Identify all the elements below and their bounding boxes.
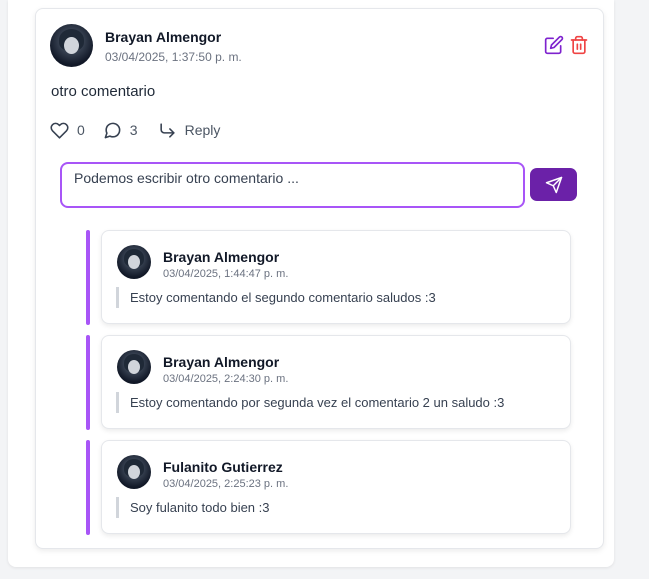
reply-author: Brayan Almengor [163, 354, 280, 370]
replies-button[interactable]: 3 [103, 121, 138, 140]
avatar-face [64, 37, 79, 54]
comment-actions: 0 3 Reply [50, 120, 220, 140]
message-circle-icon [104, 122, 121, 138]
comment-date: 03/04/2025, 1:37:50 p. m. [105, 50, 242, 64]
reply-thread-bar [86, 230, 90, 325]
avatar [117, 455, 151, 489]
reply-date: 03/04/2025, 1:44:47 p. m. [163, 268, 289, 280]
send-button[interactable] [530, 168, 577, 201]
reply-input[interactable]: Podemos escribir otro comentario ... [60, 162, 525, 208]
page-container: Brayan Almengor 03/04/2025, 1:37:50 p. m… [8, 0, 614, 567]
trash-icon [570, 35, 588, 55]
reply-author: Brayan Almengor [163, 249, 280, 265]
like-count: 0 [77, 122, 85, 138]
reply-item: Brayan Almengor 03/04/2025, 1:44:47 p. m… [86, 230, 572, 325]
reply-label: Reply [184, 122, 221, 138]
heart-icon [50, 122, 69, 139]
reply-button[interactable]: Reply [158, 121, 221, 140]
reply-thread-bar [86, 335, 90, 430]
replies-count: 3 [129, 122, 138, 138]
reply-card: Fulanito Gutierrez 03/04/2025, 2:25:23 p… [101, 440, 571, 534]
reply-item: Brayan Almengor 03/04/2025, 2:24:30 p. m… [86, 335, 572, 430]
delete-button[interactable] [569, 35, 589, 55]
avatar [117, 245, 151, 279]
reply-date: 03/04/2025, 2:24:30 p. m. [163, 373, 289, 385]
send-icon [545, 176, 562, 193]
avatar [117, 350, 151, 384]
corner-down-right-icon [159, 122, 175, 138]
edit-icon [544, 35, 564, 55]
reply-item: Fulanito Gutierrez 03/04/2025, 2:25:23 p… [86, 440, 572, 535]
comment-content: otro comentario [51, 83, 156, 100]
reply-date: 03/04/2025, 2:25:23 p. m. [163, 478, 289, 490]
avatar-face [128, 465, 140, 479]
avatar-face [128, 255, 140, 269]
reply-card: Brayan Almengor 03/04/2025, 1:44:47 p. m… [101, 230, 571, 324]
reply-author: Fulanito Gutierrez [163, 459, 283, 475]
avatar [50, 24, 93, 67]
reply-text: Estoy comentando el segundo comentario s… [116, 287, 436, 308]
reply-card: Brayan Almengor 03/04/2025, 2:24:30 p. m… [101, 335, 571, 429]
reply-thread-bar [86, 440, 90, 535]
avatar-face [128, 360, 140, 374]
reply-text: Estoy comentando por segunda vez el come… [116, 392, 504, 413]
edit-button[interactable] [544, 35, 564, 55]
reply-text: Soy fulanito todo bien :3 [116, 497, 270, 518]
comment-card: Brayan Almengor 03/04/2025, 1:37:50 p. m… [35, 8, 604, 549]
comment-author: Brayan Almengor [105, 29, 222, 45]
like-button[interactable]: 0 [50, 121, 85, 140]
